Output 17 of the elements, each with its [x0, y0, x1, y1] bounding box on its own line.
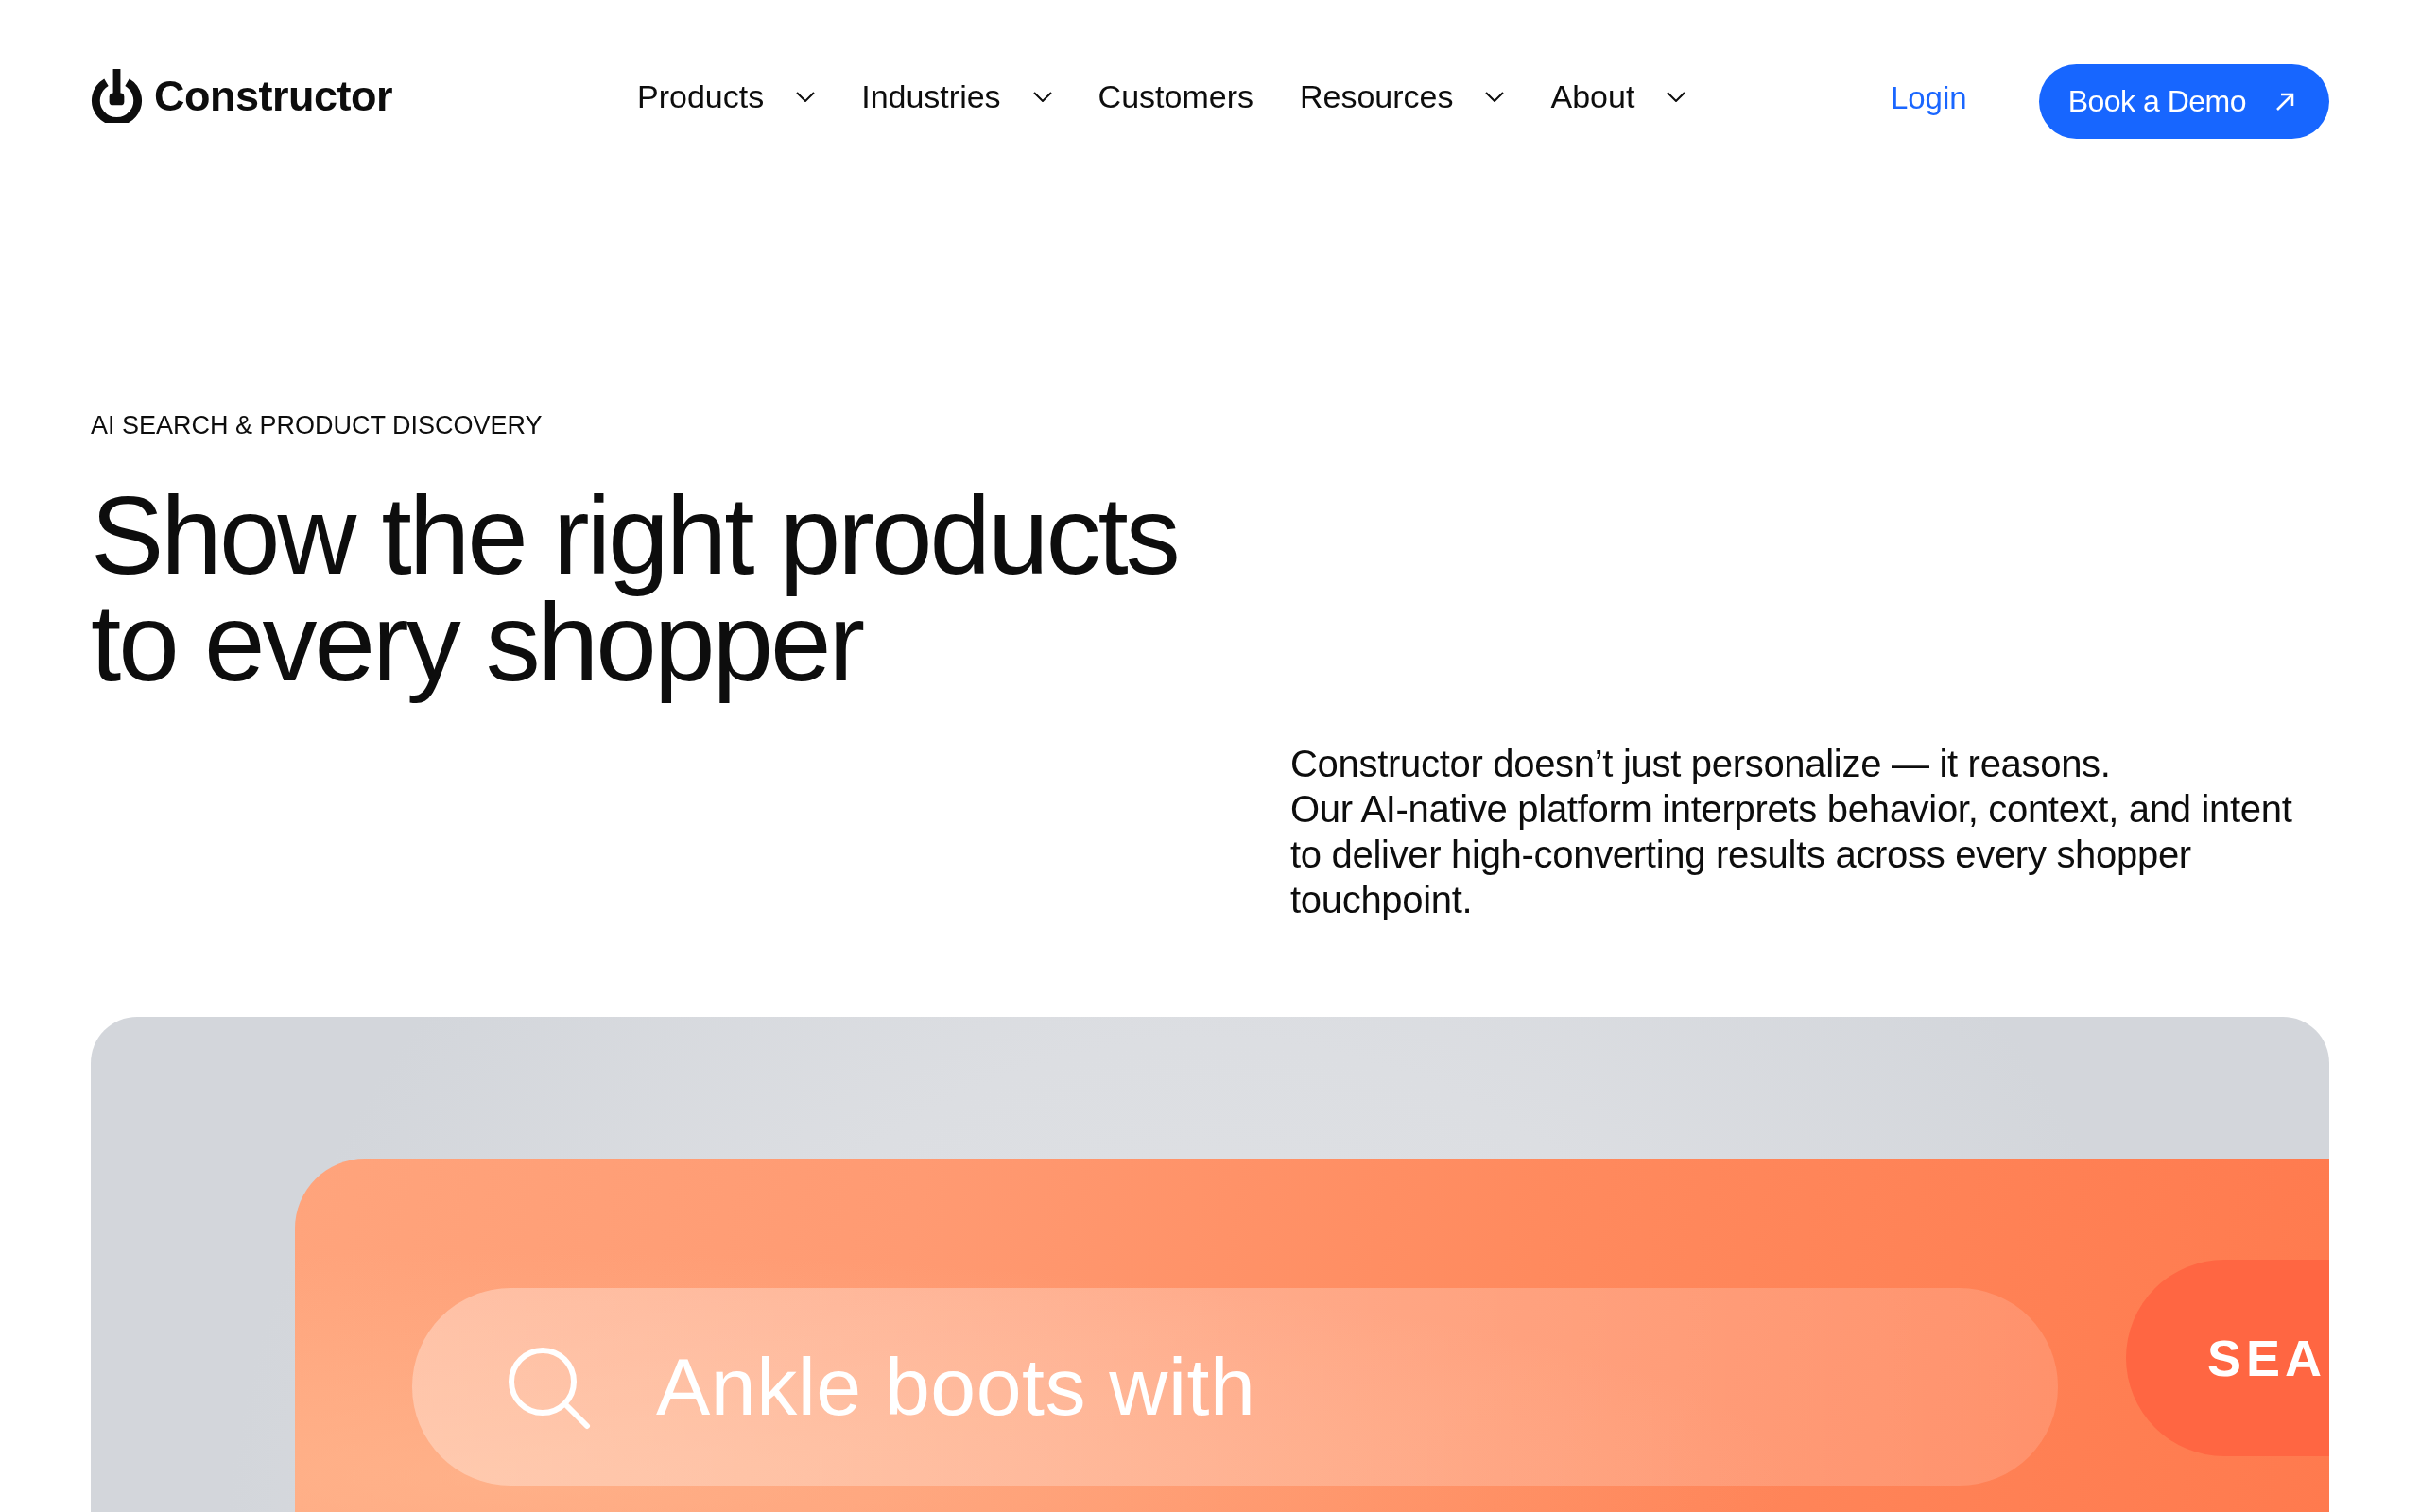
book-demo-button[interactable]: Book a Demo: [2038, 64, 2329, 139]
nav-menu-item[interactable]: Products: [637, 78, 816, 115]
chevron-down-icon: [1032, 92, 1052, 102]
eyebrow-label: AI SEARCH & PRODUCT DISCOVERY: [91, 411, 543, 440]
nav-menu-item[interactable]: Customers: [1098, 78, 1253, 115]
nav-menu-item[interactable]: Resources: [1299, 78, 1505, 115]
nav-menu-item[interactable]: Industries: [861, 78, 1052, 115]
chevron-down-icon: [1485, 92, 1505, 102]
power-icon: [91, 69, 143, 123]
nav-menu-item[interactable]: About: [1550, 78, 1686, 115]
chevron-down-icon: [1667, 92, 1686, 102]
arrow-up-right-icon: [2274, 91, 2295, 112]
hero-heading: Show the right products to every shopper: [91, 483, 1178, 706]
login-link[interactable]: Login: [1890, 79, 1967, 116]
logo-link[interactable]: Constructor: [91, 69, 392, 123]
chevron-down-icon: [796, 92, 816, 102]
hero-description: Constructor doesn’t just personalize — it reasons. Our AI-native platform interprets behavior, context, and intent to deliver high-converting results across every shopper touchpoint.: [1290, 742, 2293, 922]
